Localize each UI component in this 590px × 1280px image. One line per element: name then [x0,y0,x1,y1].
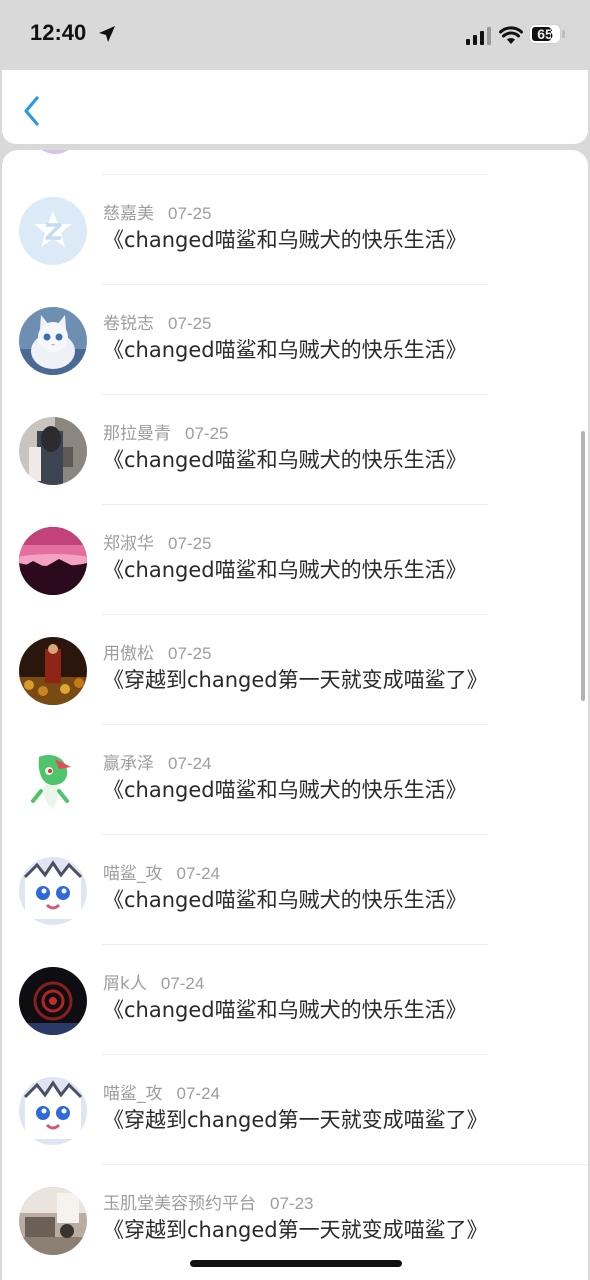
date-label: 07-24 [168,754,212,773]
divider [102,724,488,725]
divider [102,834,488,835]
book-title: 《changed喵鲨和乌贼犬的快乐生活》 [103,228,467,252]
date-label: 07-23 [270,1194,314,1213]
divider [102,614,488,615]
user-name: 卷锐志 [103,314,154,334]
navigation-bar [2,70,588,144]
cellular-signal-icon [466,27,491,45]
date-label: 07-25 [185,424,229,443]
avatar [19,197,87,265]
divider [102,1164,588,1165]
book-title: 《changed喵鲨和乌贼犬的快乐生活》 [103,338,467,362]
list-item[interactable]: 赢承泽 07-24 《changed喵鲨和乌贼犬的快乐生活》 [2,744,588,854]
chevron-left-icon[interactable] [20,94,44,128]
reader-list: 慈嘉美 07-25 《changed喵鲨和乌贼犬的快乐生活》 卷锐志 07-25 《… [2,150,588,1280]
divider [102,1054,488,1055]
user-name: 屑k人 [103,974,147,994]
battery-cap [562,30,565,38]
date-label: 07-24 [176,1084,220,1103]
avatar [19,857,87,925]
user-name: 用傲松 [103,644,154,664]
book-title: 《穿越到changed第一天就变成喵鲨了》 [103,1218,488,1242]
avatar [19,1077,87,1145]
avatar [19,967,87,1035]
scrollbar[interactable] [581,431,585,701]
user-name: 玉肌堂美容预约平台 [103,1194,256,1214]
user-name: 喵鲨_攻 [103,864,163,884]
divider [102,504,488,505]
avatar [19,527,87,595]
user-name: 那拉曼青 [103,424,171,444]
list-item[interactable]: 慈嘉美 07-25 《changed喵鲨和乌贼犬的快乐生活》 [2,194,588,304]
status-time: 12:40 [30,20,87,45]
location-arrow-icon [99,26,115,42]
book-title: 《changed喵鲨和乌贼犬的快乐生活》 [103,778,467,802]
date-label: 07-25 [168,204,212,223]
list-item[interactable]: 喵鲨_攻 07-24 《穿越到changed第一天就变成喵鲨了》 [2,1074,588,1184]
date-label: 07-25 [168,534,212,553]
list-item[interactable]: 喵鲨_攻 07-24 《changed喵鲨和乌贼犬的快乐生活》 [2,854,588,964]
date-label: 07-25 [168,314,212,333]
avatar [19,1187,87,1255]
divider [102,394,488,395]
date-label: 07-25 [168,644,212,663]
battery-icon: 65 [529,24,561,44]
user-name: 赢承泽 [103,754,154,774]
list-item[interactable]: 卷锐志 07-25 《changed喵鲨和乌贼犬的快乐生活》 [2,304,588,414]
book-title: 《穿越到changed第一天就变成喵鲨了》 [103,668,488,692]
list-item[interactable]: 屑k人 07-24 《changed喵鲨和乌贼犬的快乐生活》 [2,964,588,1074]
divider [102,174,488,175]
avatar [19,637,87,705]
date-label: 07-24 [160,974,205,993]
wifi-icon [499,26,523,44]
avatar [19,417,87,485]
book-title: 《changed喵鲨和乌贼犬的快乐生活》 [103,888,467,912]
divider [102,284,488,285]
user-name: 郑淑华 [103,534,154,554]
date-label: 07-24 [176,864,220,883]
book-title: 《穿越到changed第一天就变成喵鲨了》 [103,1108,488,1132]
book-title: 《changed喵鲨和乌贼犬的快乐生活》 [103,448,467,472]
book-title: 《changed喵鲨和乌贼犬的快乐生活》 [103,558,467,582]
book-title: 《changed喵鲨和乌贼犬的快乐生活》 [103,998,467,1022]
status-bar: 12:40 65 [0,0,590,70]
list-item[interactable]: 用傲松 07-25 《穿越到changed第一天就变成喵鲨了》 [2,634,588,744]
list-item[interactable]: 郑淑华 07-25 《changed喵鲨和乌贼犬的快乐生活》 [2,524,588,634]
home-indicator[interactable] [190,1260,402,1267]
divider [102,944,488,945]
avatar [31,150,79,154]
user-name: 喵鲨_攻 [103,1084,163,1104]
list-item[interactable]: 那拉曼青 07-25 《changed喵鲨和乌贼犬的快乐生活》 [2,414,588,524]
avatar [19,307,87,375]
user-name: 慈嘉美 [103,204,154,224]
avatar [19,747,87,815]
battery-level: 65 [537,26,553,42]
